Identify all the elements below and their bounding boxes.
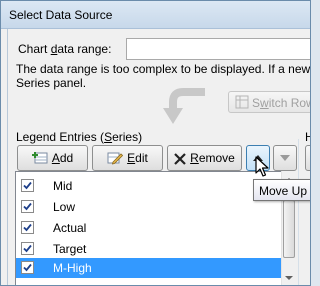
range-message-line1: The data range is too complex to be disp… [16,62,311,76]
add-series-button[interactable]: Add [17,145,88,171]
series-label: Low [53,200,76,214]
list-item[interactable]: Mid [16,176,281,196]
edit-pencil-icon [107,151,124,168]
series-checkbox[interactable] [21,242,34,255]
remove-series-button[interactable]: Remove [167,145,242,171]
list-item[interactable]: Actual [16,218,281,238]
triangle-down-icon [280,151,290,165]
curved-arrow-icon [163,88,205,124]
edit-series-button[interactable]: Edit [92,145,163,171]
legend-entries-label: Legend Entries (Series) [16,130,143,144]
series-checkbox[interactable] [21,179,34,192]
horizontal-axis-label-fragment: H [305,130,310,144]
dialog-title: Select Data Source [9,8,113,22]
list-item[interactable]: Target [16,239,281,259]
range-message-line2: Series panel. [16,76,87,90]
switch-row-column-icon [235,95,249,112]
switch-row-column-button[interactable]: Switch Row [228,91,310,113]
series-checkbox[interactable] [21,200,34,213]
series-checkbox[interactable] [21,261,34,274]
scrollbar-thumb[interactable] [283,200,295,258]
chart-data-range-label: Chart data range: [18,42,112,56]
series-label: M-High [53,261,92,275]
series-checkbox[interactable] [21,221,34,234]
add-row-icon [31,151,48,168]
chart-data-range-input[interactable] [126,38,310,60]
list-item-selected[interactable]: M-High [16,258,281,278]
mouse-pointer-icon [255,156,269,177]
scroll-down-arrow-icon[interactable] [282,271,296,285]
list-item[interactable]: Low [16,197,281,217]
select-data-source-dialog: Select Data Source Chart data range: The… [0,0,311,286]
series-label: Actual [53,221,87,235]
remove-x-icon [174,153,186,168]
move-down-button[interactable] [273,145,297,171]
title-bar: Select Data Source [1,1,310,29]
series-label: Target [53,242,87,256]
panel-divider [298,139,299,285]
series-label: Mid [53,179,73,193]
axis-labels-edit-button-fragment[interactable] [305,145,310,171]
move-up-tooltip: Move Up [253,179,310,201]
